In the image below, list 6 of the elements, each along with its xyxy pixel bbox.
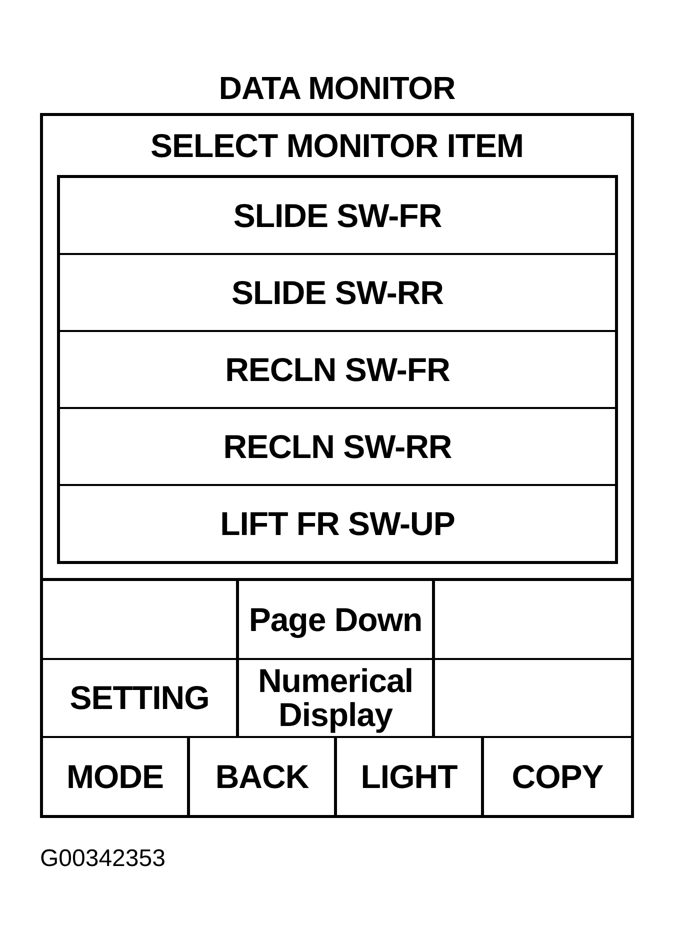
panel-heading: SELECT MONITOR ITEM — [150, 126, 524, 164]
figure-code: G00342353 — [40, 845, 166, 873]
touch-button[interactable]: SETTING — [43, 660, 239, 738]
touch-button[interactable]: Page Down — [239, 581, 435, 660]
screen-title: DATA MONITOR — [218, 70, 456, 106]
touch-button[interactable]: Numerical Display — [239, 660, 435, 738]
